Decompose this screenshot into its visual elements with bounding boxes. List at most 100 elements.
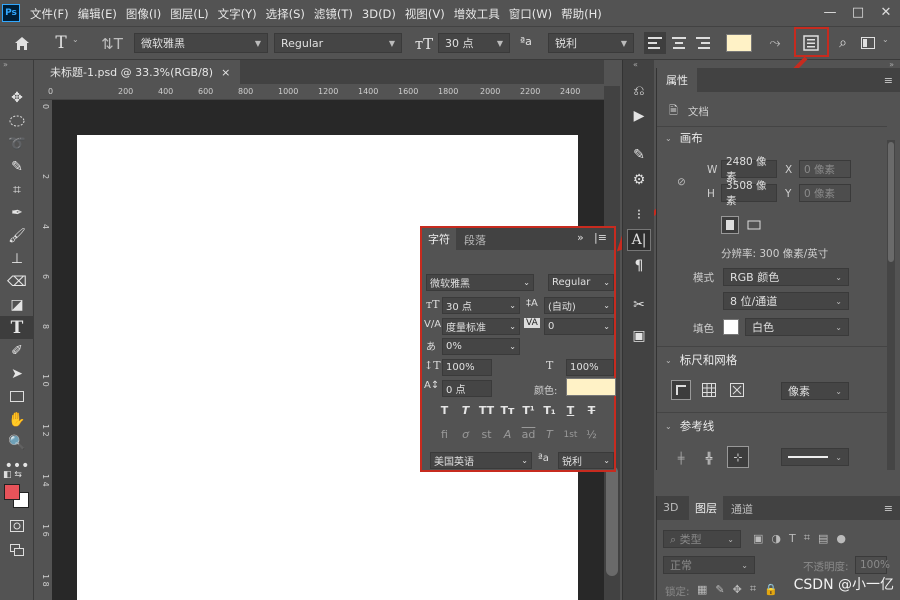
lock-transparent-icon[interactable]: ▦ xyxy=(697,583,707,596)
lock-pixels-icon[interactable]: ✎ xyxy=(715,583,724,596)
brush-settings-icon[interactable]: ✎ xyxy=(623,142,655,167)
grid-icon[interactable] xyxy=(699,380,719,400)
char-font-size-select[interactable]: 30 点 ⌄ xyxy=(442,297,520,314)
guide-from-shape-icon[interactable]: ⊹ xyxy=(727,446,749,468)
h-label: H xyxy=(707,188,715,200)
discretionary-ligature-button[interactable]: st xyxy=(476,428,497,441)
titling-alt-button[interactable]: T xyxy=(539,428,560,441)
alt-ligature-button[interactable]: ơ xyxy=(455,428,476,441)
rulers-section-title: 标尺和网格 xyxy=(679,353,738,367)
lock-position-icon[interactable]: ✥ xyxy=(733,583,742,596)
panel-menu-icon[interactable]: ≡ xyxy=(884,502,893,515)
guides-section-header[interactable]: ⌄ 参考线 xyxy=(665,418,714,434)
kerning-select[interactable]: 度量标准 ⌄ xyxy=(442,318,520,335)
tab-paragraph[interactable]: 段落 xyxy=(464,232,486,248)
char-font-style-select[interactable]: Regular ⌄ xyxy=(548,274,614,291)
doc-label: 文档 xyxy=(687,106,709,118)
tsume-select[interactable]: 0% ⌄ xyxy=(442,338,520,355)
strikethrough-button[interactable]: T xyxy=(581,404,602,417)
baseline-shift-icon: A↕ xyxy=(424,380,440,391)
pixel-filter-icon[interactable]: ▣ xyxy=(753,532,763,545)
lock-artboard-icon[interactable]: ⌗ xyxy=(750,582,756,596)
scrollbar-thumb[interactable] xyxy=(888,142,894,262)
character-panel-icon[interactable]: A| xyxy=(627,229,651,251)
tab-3d[interactable]: 3D xyxy=(663,501,678,514)
tool-presets-icon[interactable]: ✂ xyxy=(623,292,655,317)
horizontal-scale-field[interactable]: 100% xyxy=(566,359,614,376)
tab-channels[interactable]: 通道 xyxy=(731,501,753,517)
tab-properties[interactable]: 属性 xyxy=(657,68,697,92)
small-caps-button[interactable]: Tт xyxy=(497,404,518,417)
fill-swatch[interactable] xyxy=(723,319,739,335)
char-font-size-value: 30 点 xyxy=(446,302,472,313)
tracking-value: 0 xyxy=(548,321,555,332)
ordinals-button[interactable]: 1st xyxy=(560,430,581,440)
rulers-section-header[interactable]: ⌄ 标尺和网格 xyxy=(665,352,737,368)
subscript-button[interactable]: T₁ xyxy=(539,404,560,417)
guide-style-select[interactable]: ⌄ xyxy=(781,448,849,466)
chevron-down-icon: ⌄ xyxy=(603,456,610,465)
fractions-button[interactable]: ½ xyxy=(581,428,602,441)
canvas-section-header[interactable]: ⌄ 画布 xyxy=(665,130,703,146)
layer-filter-select[interactable]: ⌕ 类型 ⌄ xyxy=(663,530,741,548)
type-filter-icon[interactable]: T xyxy=(789,532,796,545)
language-select[interactable]: 美国英语 ⌄ xyxy=(430,452,532,469)
history-icon[interactable]: ⎌ xyxy=(623,78,655,103)
properties-scrollbar[interactable] xyxy=(887,140,895,470)
filter-toggle-icon[interactable]: ● xyxy=(836,532,846,545)
adjust-filter-icon[interactable]: ◑ xyxy=(771,532,781,545)
chevron-down-icon: ⌄ xyxy=(741,560,748,570)
brushes-icon[interactable]: ⁝ xyxy=(623,202,655,227)
swash-button[interactable]: A xyxy=(497,428,518,441)
char-size-icon: ᴛT xyxy=(426,298,440,311)
lock-all-icon[interactable]: 🔒 xyxy=(764,583,778,596)
paragraph-panel-icon[interactable]: ¶ xyxy=(623,253,655,278)
mode-select[interactable]: RGB 颜色 ⌄ xyxy=(723,268,849,286)
portrait-icon[interactable] xyxy=(721,216,739,234)
width-field[interactable]: 2480 像素 xyxy=(721,156,777,183)
link-icon[interactable]: ⊘ xyxy=(677,176,686,188)
faux-italic-button[interactable]: T xyxy=(455,404,476,417)
actions-play-icon[interactable]: ▶ xyxy=(623,103,655,128)
chevron-down-icon: ⌄ xyxy=(523,278,530,287)
panel-menu-icon[interactable]: |≡ xyxy=(594,231,607,244)
blend-mode-select[interactable]: 正常 ⌄ xyxy=(663,556,755,574)
landscape-icon[interactable] xyxy=(745,216,763,234)
adjustments-icon[interactable]: ⚙ xyxy=(623,167,655,192)
ligature-button[interactable]: fi xyxy=(434,428,455,441)
guides-section-title: 参考线 xyxy=(679,419,715,433)
tab-character[interactable]: 字符 xyxy=(422,228,456,250)
all-caps-button[interactable]: TT xyxy=(476,404,497,417)
unit-select[interactable]: 像素 ⌄ xyxy=(781,382,849,400)
panel-menu-icon[interactable]: ≡ xyxy=(884,74,893,87)
vertical-scale-field[interactable]: 100% xyxy=(442,359,492,376)
faux-bold-button[interactable]: T xyxy=(434,404,455,417)
new-guide-icon[interactable]: ╬ xyxy=(699,448,719,468)
x-field[interactable]: 0 像素 xyxy=(799,160,851,178)
depth-select[interactable]: 8 位/通道 ⌄ xyxy=(723,292,849,310)
height-field[interactable]: 3508 像素 xyxy=(721,180,777,207)
y-field[interactable]: 0 像素 xyxy=(799,184,851,202)
guide-layout-icon[interactable]: ╪ xyxy=(671,448,691,468)
ruler-icon[interactable] xyxy=(671,380,691,400)
char-antialias-select[interactable]: 锐利 ⌄ xyxy=(558,452,614,469)
stylistic-alt-button[interactable]: ad xyxy=(518,428,539,441)
pixel-grid-icon[interactable] xyxy=(727,380,747,400)
char-font-family-select[interactable]: 微软雅黑 ⌄ xyxy=(426,274,534,291)
navigator-icon[interactable]: ▣ xyxy=(623,323,655,348)
collapse-icon[interactable]: « xyxy=(633,60,638,69)
opacity-field[interactable]: 100% xyxy=(855,556,890,574)
baseline-shift-field[interactable]: 0 点 xyxy=(442,380,492,397)
tab-layers[interactable]: 图层 xyxy=(689,496,723,520)
smart-filter-icon[interactable]: ▤ xyxy=(818,532,828,545)
collapse-panel-icon[interactable]: » xyxy=(577,231,584,244)
superscript-button[interactable]: T¹ xyxy=(518,404,539,417)
underline-button[interactable]: T xyxy=(560,404,581,417)
filter-label: 类型 xyxy=(679,533,702,546)
fill-select[interactable]: 白色 ⌄ xyxy=(745,318,849,336)
tracking-select[interactable]: 0 ⌄ xyxy=(544,318,614,335)
leading-select[interactable]: (自动) ⌄ xyxy=(544,297,614,314)
char-color-swatch[interactable] xyxy=(566,378,616,396)
char-antialias-value: 锐利 xyxy=(562,457,582,468)
shape-filter-icon[interactable]: ⌗ xyxy=(804,531,810,545)
